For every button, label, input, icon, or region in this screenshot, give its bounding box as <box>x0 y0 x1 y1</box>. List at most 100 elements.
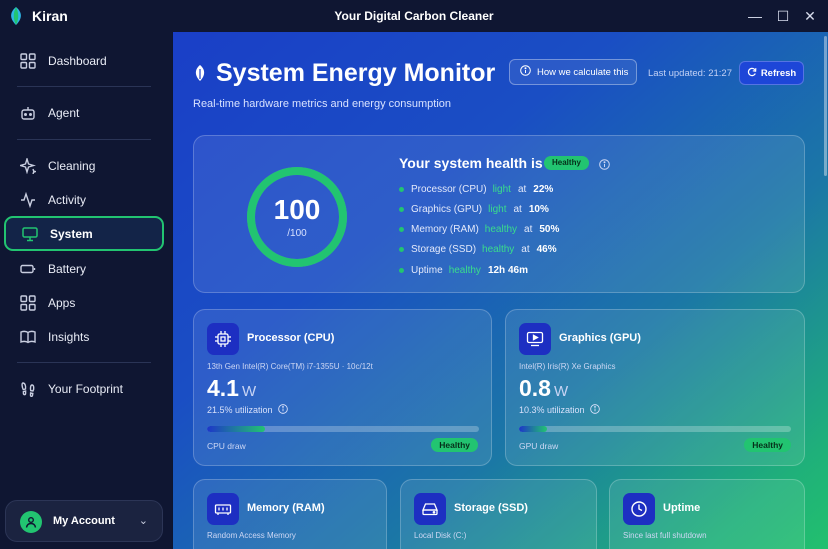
sidebar-item-insights[interactable]: Insights <box>4 321 164 353</box>
info-icon <box>520 63 531 81</box>
health-row-at: at <box>521 243 530 255</box>
health-row-gpu: Graphics (GPU) light at 10% <box>399 202 549 216</box>
health-row-at: at <box>517 183 527 195</box>
sidebar-item-activity[interactable]: Activity <box>4 184 164 216</box>
health-row-value: 46% <box>536 243 557 255</box>
robot-icon <box>19 104 37 122</box>
cpu-draw-label: CPU draw <box>207 441 246 451</box>
close-button[interactable]: ✕ <box>800 6 820 26</box>
status-dot <box>399 226 404 232</box>
gpu-utilization-text: 10.3% utilization <box>519 405 585 415</box>
info-icon[interactable] <box>589 404 600 416</box>
cpu-card: Processor (CPU) 13th Gen Intel(R) Core(T… <box>193 309 492 466</box>
apps-grid-icon <box>19 294 37 312</box>
refresh-button[interactable]: Refresh <box>739 61 804 85</box>
sidebar-item-label: Battery <box>48 262 87 276</box>
drive-icon <box>414 493 446 525</box>
sidebar-item-label: Insights <box>48 330 90 344</box>
uptime-card: Uptime Since last full shutdown <box>609 479 805 549</box>
gpu-watts: 0.8 W <box>519 375 568 402</box>
sidebar-divider <box>17 86 151 87</box>
memory-subtitle: Random Access Memory <box>207 531 296 540</box>
health-row-uptime: Uptime healthy 12h 46m <box>399 263 528 277</box>
health-score: 100 <box>273 194 321 225</box>
status-dot <box>399 267 404 273</box>
gpu-draw-label: GPU draw <box>519 441 559 451</box>
pulse-icon <box>19 191 37 209</box>
account-menu[interactable]: My Account ⌄ <box>5 500 163 542</box>
status-dot <box>399 206 404 212</box>
sidebar-item-system[interactable]: System <box>4 216 164 251</box>
health-row-value: 22% <box>533 183 554 195</box>
maximize-button[interactable]: ☐ <box>773 6 793 26</box>
sidebar-item-label: Apps <box>48 296 76 310</box>
refresh-icon <box>747 64 757 82</box>
health-row-key: Uptime <box>411 264 443 276</box>
window-title: Your Digital Carbon Cleaner <box>334 9 494 23</box>
health-row-at: at <box>524 223 533 235</box>
sidebar-item-label: Cleaning <box>48 159 96 173</box>
info-icon[interactable] <box>277 404 288 416</box>
health-row-cpu: Processor (CPU) light at 22% <box>399 182 553 196</box>
cpu-watts-value: 4.1 <box>207 375 239 401</box>
memory-title: Memory (RAM) <box>247 502 325 514</box>
sidebar-item-battery[interactable]: Battery <box>4 253 164 285</box>
gpu-display-icon <box>519 323 551 355</box>
cpu-watts: 4.1 W <box>207 375 256 402</box>
health-row-status: healthy <box>448 264 481 276</box>
health-row-key: Processor (CPU) <box>411 183 487 195</box>
cpu-status-badge: Healthy <box>431 438 478 452</box>
health-row-at: at <box>513 203 522 215</box>
grid-icon <box>19 52 37 70</box>
uptime-title: Uptime <box>663 502 701 514</box>
health-row-status: light <box>492 183 511 195</box>
monitor-icon <box>21 225 39 243</box>
cpu-title: Processor (CPU) <box>247 332 335 344</box>
scrollbar[interactable] <box>824 36 827 176</box>
sidebar-item-dashboard[interactable]: Dashboard <box>4 45 164 77</box>
sidebar-item-apps[interactable]: Apps <box>4 287 164 319</box>
health-status-badge: Healthy <box>544 156 589 170</box>
minimize-button[interactable]: — <box>745 6 765 26</box>
sidebar-item-label: Agent <box>48 106 80 120</box>
gpu-progress-fill <box>519 426 547 432</box>
health-row-key: Memory (RAM) <box>411 223 479 235</box>
uptime-subtitle: Since last full shutdown <box>623 531 707 540</box>
health-row-key: Graphics (GPU) <box>411 203 483 215</box>
gpu-title: Graphics (GPU) <box>559 332 641 344</box>
memory-card: Memory (RAM) Random Access Memory <box>193 479 387 549</box>
storage-title: Storage (SSD) <box>454 502 528 514</box>
how-we-calculate-button[interactable]: How we calculate this <box>509 59 637 85</box>
info-icon[interactable] <box>599 157 610 175</box>
chevron-down-icon: ⌄ <box>138 515 148 527</box>
sidebar-item-cleaning[interactable]: Cleaning <box>4 150 164 182</box>
gpu-progress-bar <box>519 426 791 432</box>
cpu-watts-unit: W <box>241 383 257 400</box>
storage-subtitle: Local Disk (C:) <box>414 531 467 540</box>
how-we-calculate-label: How we calculate this <box>537 66 629 78</box>
health-row-ssd: Storage (SSD) healthy at 46% <box>399 242 557 256</box>
health-row-status: healthy <box>484 223 518 235</box>
health-score-max: /100 <box>287 228 307 239</box>
page-title: System Energy Monitor <box>216 59 496 87</box>
sidebar-item-label: Dashboard <box>48 54 107 68</box>
storage-card: Storage (SSD) Local Disk (C:) <box>400 479 597 549</box>
book-icon <box>19 328 37 346</box>
gpu-utilization: 10.3% utilization <box>519 404 600 416</box>
memory-icon <box>207 493 239 525</box>
gpu-card: Graphics (GPU) Intel(R) Iris(R) Xe Graph… <box>505 309 805 466</box>
sidebar-item-agent[interactable]: Agent <box>4 97 164 129</box>
cpu-model: 13th Gen Intel(R) Core(TM) i7-1355U · 10… <box>207 362 373 371</box>
sidebar-item-label: System <box>50 226 93 241</box>
sidebar-item-your-footprint[interactable]: Your Footprint <box>4 373 164 405</box>
sidebar-divider <box>17 139 151 140</box>
page-subtitle: Real-time hardware metrics and energy co… <box>193 98 452 110</box>
account-label: My Account <box>53 515 115 527</box>
gpu-watts-value: 0.8 <box>519 375 551 401</box>
gpu-watts-unit: W <box>553 383 569 400</box>
cpu-progress-fill <box>207 426 265 432</box>
cpu-utilization-text: 21.5% utilization <box>207 405 273 415</box>
title-bar: Kiran Your Digital Carbon Cleaner — ☐ ✕ <box>0 0 828 32</box>
gpu-status-badge: Healthy <box>744 438 791 452</box>
health-row-ram: Memory (RAM) healthy at 50% <box>399 222 559 236</box>
